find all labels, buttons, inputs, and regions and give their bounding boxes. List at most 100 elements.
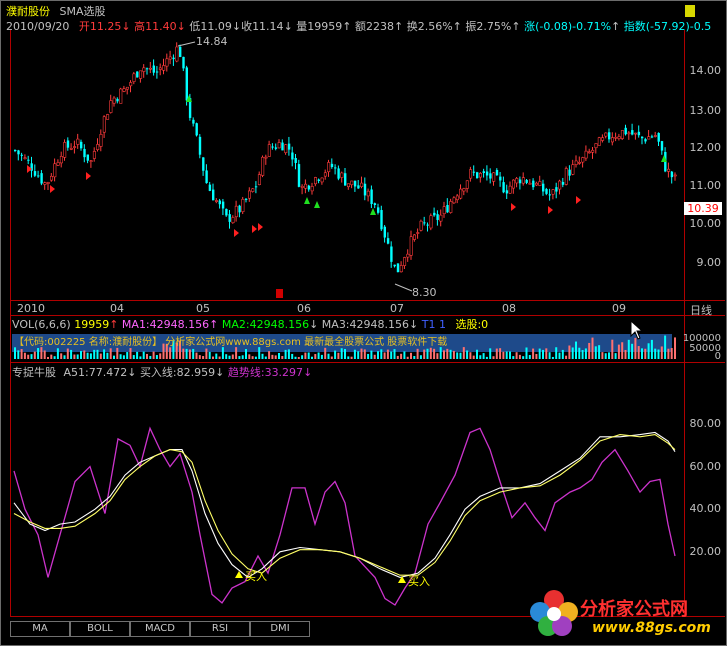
volume-bar [452,350,455,359]
tab-dmi[interactable]: DMI [250,621,310,637]
candle-body [56,162,60,166]
volume-bar [70,349,73,359]
volume-bar [155,355,158,359]
candle-body [650,136,654,138]
candle-body [334,167,337,169]
candle-body [155,71,159,73]
candle-body [436,214,439,220]
candle-body [390,246,393,262]
candle-body [33,171,37,176]
candle-body [581,157,585,163]
buy-marker [304,197,310,204]
candle-body [380,210,383,230]
volume-bar [89,353,92,359]
volume-bar [80,351,82,359]
volume-bar [578,347,581,359]
candle-body [360,182,364,187]
candle-body [165,58,169,67]
buy-signal-label-2: 买入 [408,575,430,588]
candle-body [241,198,245,213]
volume-bar [327,353,330,359]
volume-bar [225,354,228,359]
volume-bar [254,356,257,359]
volume-bar [208,351,211,359]
candle-body [63,142,67,158]
candle-body [353,180,357,187]
watermark-flower-logo [530,590,578,636]
candle-body [192,119,195,124]
volume-bar [93,349,96,359]
candle-body [561,181,565,185]
tab-boll[interactable]: BOLL [70,621,130,637]
candle-body [17,150,20,155]
mouse-cursor-icon [630,320,644,340]
volume-bar [489,348,492,359]
volume-bar [294,356,297,359]
volume-bar [416,348,419,359]
tab-rsi[interactable]: RSI [190,621,250,637]
price-tick-9: 9.00 [696,256,722,269]
volume-bar [66,348,69,359]
tab-ma[interactable]: MA [10,621,70,637]
volume-bar [251,356,254,359]
volume-bar [241,355,244,359]
volume-bar [360,348,363,359]
volume-bar [614,353,617,359]
volume-bar [571,347,574,359]
period-label[interactable]: 日线 [690,302,712,318]
candle-body [125,86,129,90]
tab-macd[interactable]: MACD [130,621,190,637]
volume-bar [205,348,208,359]
candlestick-series [14,42,677,273]
candle-body [551,189,555,195]
volume-bar [99,353,102,359]
candle-body [297,164,301,187]
candle-body [142,67,146,72]
volume-bar [60,353,63,359]
candle-body [112,97,116,104]
candle-body [274,147,278,149]
volume-bar [330,356,333,359]
candle-body [66,140,70,148]
volume-bar [581,350,584,359]
volume-bar [185,348,188,359]
candle-body [495,169,499,176]
price-tick-12: 12.00 [689,141,722,154]
volume-bar [505,351,508,359]
volume-bar [495,348,498,359]
vol-t-label: T1 [421,318,436,331]
volume-bar [403,351,406,359]
volume-bar [297,356,300,359]
candle-body [604,132,608,137]
volume-bar [14,347,16,359]
volume-bar [27,354,30,359]
volume-bar [314,354,317,359]
volume-bar [393,349,396,359]
volume-bar [601,352,604,359]
candle-body [46,182,50,184]
volume-bar [499,348,502,359]
sell-marker [234,229,239,237]
candle-body [412,234,416,240]
candle-body [396,263,400,273]
candle-body [264,156,268,159]
volume-bar [132,355,135,359]
volume-bar [271,354,274,359]
volume-bar [192,348,195,359]
volume-bar [73,354,76,359]
volume-bar [446,348,449,359]
candle-body [248,190,252,199]
candle-body [86,154,89,161]
candle-body [106,114,110,120]
volume-bar [357,351,360,359]
volume-bar [367,353,370,359]
volume-bar [20,349,23,359]
candle-body [535,182,539,186]
volume-bar [654,348,657,359]
volume-bar [512,356,515,359]
candle-body [53,163,57,178]
volume-bar [380,349,383,359]
candle-body [518,179,522,184]
candle-body [542,183,545,192]
volume-bar [307,352,310,359]
